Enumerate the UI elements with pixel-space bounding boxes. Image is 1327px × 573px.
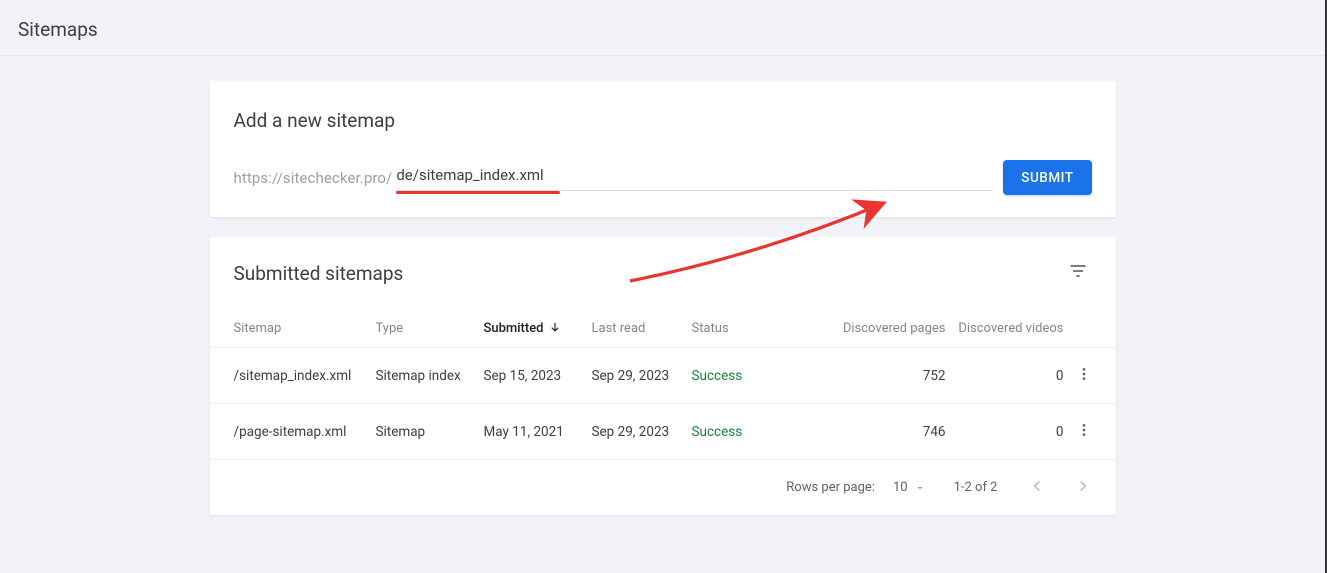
page-title: Sitemaps	[0, 0, 1325, 56]
cell-last-read: Sep 29, 2023	[592, 368, 692, 384]
chevron-left-icon[interactable]	[1026, 475, 1048, 501]
add-sitemap-heading: Add a new sitemap	[234, 109, 1092, 132]
add-sitemap-card: Add a new sitemap https://sitechecker.pr…	[210, 81, 1116, 217]
url-prefix-label: https://sitechecker.pro/	[234, 169, 393, 187]
table-footer: Rows per page: 10 1-2 of 2	[210, 459, 1116, 515]
table-row[interactable]: /sitemap_index.xml Sitemap index Sep 15,…	[210, 347, 1116, 403]
submitted-header: Submitted sitemaps	[210, 237, 1116, 309]
dropdown-triangle-icon	[914, 482, 926, 494]
table-row[interactable]: /page-sitemap.xml Sitemap May 11, 2021 S…	[210, 403, 1116, 459]
cell-status: Success	[692, 368, 792, 384]
annotation-underline	[396, 191, 560, 194]
sitemap-url-row: https://sitechecker.pro/ SUBMIT	[234, 160, 1092, 195]
column-header-type[interactable]: Type	[376, 321, 484, 336]
column-header-sitemap[interactable]: Sitemap	[234, 321, 376, 336]
cell-actions	[1064, 366, 1092, 386]
more-icon[interactable]	[1076, 366, 1092, 386]
column-header-submitted-label: Submitted	[484, 321, 544, 336]
cell-actions	[1064, 422, 1092, 442]
chevron-right-icon[interactable]	[1072, 475, 1094, 501]
cell-type: Sitemap	[376, 424, 484, 440]
cell-pages: 746	[792, 424, 946, 440]
column-header-pages[interactable]: Discovered pages	[792, 321, 946, 336]
cell-status: Success	[692, 424, 792, 440]
cell-pages: 752	[792, 368, 946, 384]
cell-videos: 0	[946, 368, 1064, 384]
column-header-status[interactable]: Status	[692, 321, 792, 336]
cell-submitted: Sep 15, 2023	[484, 368, 592, 384]
cell-sitemap: /sitemap_index.xml	[234, 368, 376, 384]
cell-last-read: Sep 29, 2023	[592, 424, 692, 440]
column-header-last-read[interactable]: Last read	[592, 321, 692, 336]
cell-submitted: May 11, 2021	[484, 424, 592, 440]
sitemap-url-field-wrap	[396, 165, 993, 191]
cell-sitemap: /page-sitemap.xml	[234, 424, 376, 440]
submitted-sitemaps-card: Submitted sitemaps Sitemap Type Submitte…	[210, 237, 1116, 515]
rows-per-page-select[interactable]: 10	[893, 480, 926, 495]
submitted-sitemaps-heading: Submitted sitemaps	[234, 262, 404, 285]
column-header-submitted[interactable]: Submitted	[484, 321, 592, 336]
rows-per-page-label: Rows per page:	[786, 480, 875, 495]
cell-videos: 0	[946, 424, 1064, 440]
sitemap-url-input[interactable]	[396, 166, 993, 190]
pagination-range: 1-2 of 2	[954, 480, 998, 495]
more-icon[interactable]	[1076, 422, 1092, 442]
submit-button[interactable]: SUBMIT	[1003, 160, 1091, 195]
column-header-videos[interactable]: Discovered videos	[946, 321, 1064, 336]
cell-type: Sitemap index	[376, 368, 484, 384]
arrow-down-icon	[548, 321, 562, 335]
filter-icon[interactable]	[1064, 257, 1092, 289]
rows-per-page-value: 10	[893, 480, 908, 495]
table-header-row: Sitemap Type Submitted Last read Status …	[210, 309, 1116, 347]
